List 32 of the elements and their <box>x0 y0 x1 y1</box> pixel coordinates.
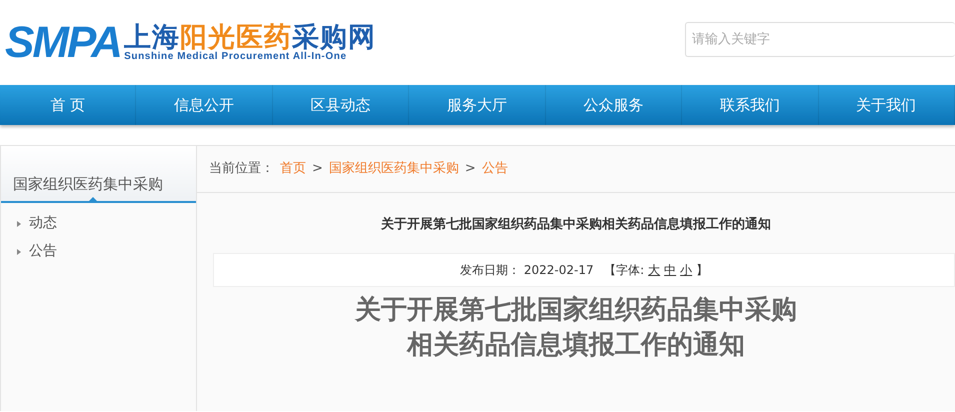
breadcrumb-link[interactable]: 公告 <box>482 159 508 179</box>
sidebar-item[interactable]: 公告 <box>1 238 196 266</box>
article-heading-line: 关于开展第七批国家组织药品集中采购 <box>354 294 798 327</box>
font-size-link[interactable]: 大 <box>648 260 660 278</box>
font-size-link[interactable]: 小 <box>680 260 692 278</box>
nav-link[interactable]: 区县动态 <box>272 85 410 125</box>
nav-link[interactable]: 公众服务 <box>546 85 682 125</box>
bullet-icon <box>17 220 21 226</box>
font-size-link[interactable]: 中 <box>664 260 676 278</box>
logo-mark: SMPA <box>5 20 121 64</box>
breadcrumb-link[interactable]: 国家组织医药集中采购 <box>328 159 459 179</box>
bullet-icon <box>17 248 21 254</box>
logo-subtitle: Sunshine Medical Procurement All-In-One <box>124 50 348 62</box>
breadcrumb-label: 当前位置： <box>209 160 274 178</box>
sidebar-title: 国家组织医药集中采购 <box>13 174 163 194</box>
breadcrumb-separator: > <box>464 160 476 178</box>
nav-link[interactable]: 服务大厅 <box>409 85 546 125</box>
article-heading-line: 相关药品信息填报工作的通知 <box>406 329 746 362</box>
date-label: 发布日期： <box>460 262 520 278</box>
search-field[interactable]: 请输入关键字 <box>685 22 955 56</box>
font-size-label: 【字体: <box>604 262 644 278</box>
breadcrumb-link[interactable]: 首页 <box>280 159 306 179</box>
nav-link[interactable]: 信息公开 <box>136 85 273 125</box>
publish-date: 2022-02-17 <box>524 262 594 278</box>
nav-link[interactable]: 关于我们 <box>818 85 955 125</box>
sidebar-item[interactable]: 动态 <box>1 210 196 238</box>
logo-title: 上海阳光医药采购网 <box>124 24 376 50</box>
nav-link[interactable]: 联系我们 <box>682 85 819 125</box>
nav-link[interactable]: 首 页 <box>0 85 136 125</box>
article-title: 关于开展第七批国家组织药品集中采购相关药品信息填报工作的通知 <box>380 216 772 234</box>
breadcrumb-separator: > <box>312 160 323 178</box>
bracket-text: 】 <box>696 262 708 278</box>
